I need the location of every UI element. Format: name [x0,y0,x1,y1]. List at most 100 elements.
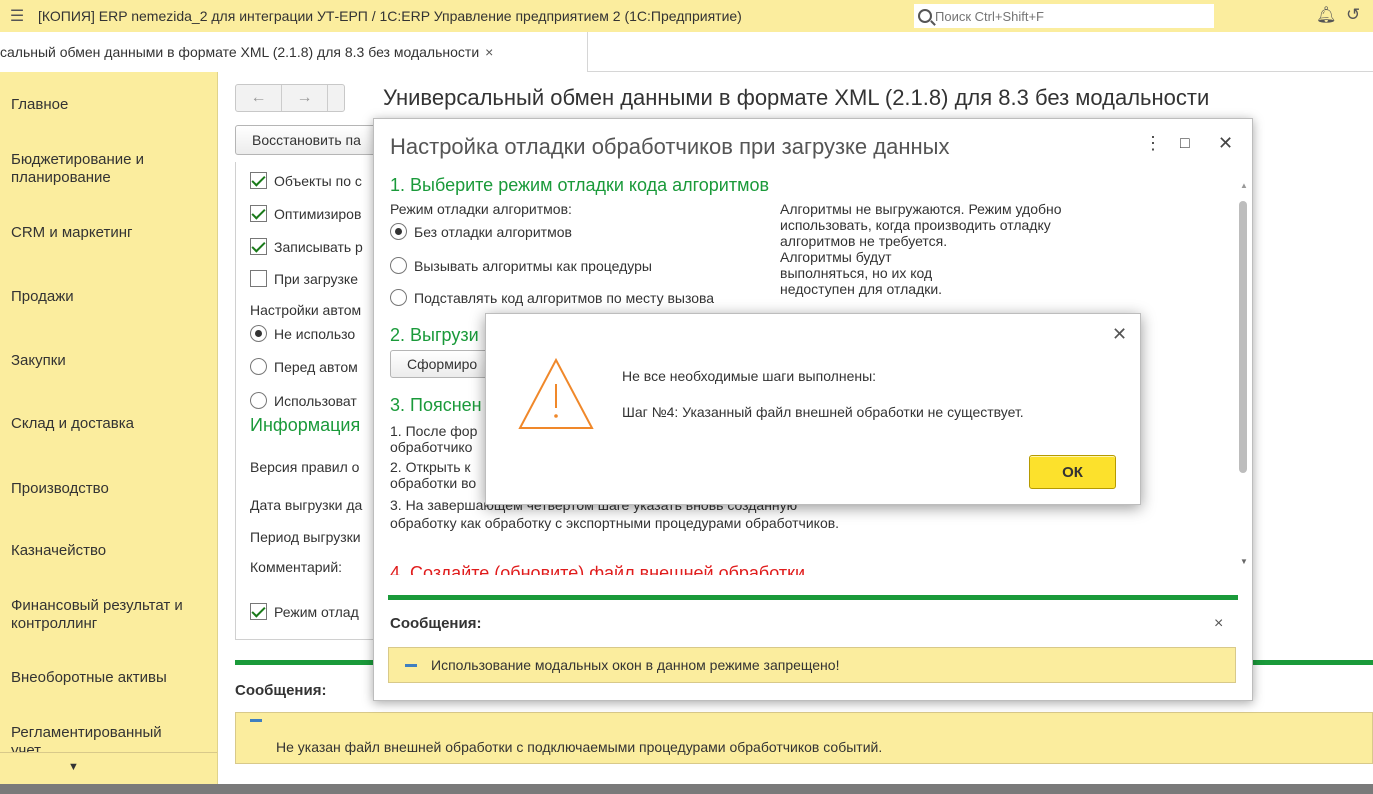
tab-close-icon[interactable]: × [485,44,493,60]
description-line: выполняться, но их код [780,265,933,281]
more-icon[interactable]: ⋮ [1144,133,1162,154]
dialog-title: Настройка отладки обработчиков при загру… [390,134,950,159]
checkbox-checked[interactable] [250,238,267,255]
step3-line: обработки во [390,475,477,491]
bell-icon[interactable]: 🔔︎ [1316,5,1336,25]
menu-icon[interactable]: ☰ [4,6,30,26]
description-line: использовать, когда производить отладку [780,217,1051,233]
mode-label: Режим отладки алгоритмов: [390,201,572,217]
radio-unselected[interactable] [250,358,267,375]
close-icon[interactable]: ✕ [1218,133,1233,154]
debug-mode-row[interactable]: Режим отлад [250,603,359,620]
search-input[interactable] [935,8,1205,24]
info-heading: Информация [250,415,361,435]
dash-icon [405,663,417,667]
description-line: недоступен для отладки. [780,281,943,297]
sidebar-item-financial-result[interactable]: Финансовый результат и контроллинг [11,597,207,633]
tab-label: сальный обмен данными в формате XML (2.1… [0,44,480,60]
radio-label: Использоват [274,392,357,409]
radio-row[interactable]: Использоват [250,392,357,409]
tab-universal-exchange[interactable]: сальный обмен данными в формате XML (2.1… [0,32,588,72]
sidebar-item-production[interactable]: Производство [11,480,211,498]
history-icon[interactable]: ↺ [1346,5,1360,25]
description-line: Алгоритмы не выгружаются. Режим удобно [780,201,1062,217]
search-icon [918,9,932,23]
radio-row[interactable]: Перед автом [250,358,358,375]
checkbox-label: Режим отлад [274,603,359,620]
sidebar-item-sales[interactable]: Продажи [11,288,211,306]
warning-icon [518,357,594,429]
checkbox-label: При загрузке [274,270,358,287]
sidebar-item-main[interactable]: Главное [11,96,211,114]
checkbox-checked[interactable] [250,205,267,222]
radio-row[interactable]: Вызывать алгоритмы как процедуры [390,257,652,274]
mode-description: Алгоритмы не выгружаются. Режим удобно и… [780,201,1120,297]
radio-row[interactable]: Без отладки алгоритмов [390,223,572,240]
alert-message-line2: Шаг №4: Указанный файл внешней обработки… [622,404,1024,420]
checkbox-label: Оптимизиров [274,205,362,222]
close-icon[interactable]: ✕ [1112,324,1127,345]
scroll-down-icon[interactable]: ▼ [1240,557,1248,566]
message-text: Использование модальных окон в данном ре… [431,657,840,673]
nav-buttons: ← → [235,84,345,112]
checkbox-checked[interactable] [250,603,267,620]
checkbox-checked[interactable] [250,172,267,189]
radio-selected[interactable] [250,325,267,342]
status-strip [0,784,1373,794]
radio-selected[interactable] [390,223,407,240]
checkbox-row[interactable]: Записывать р [250,238,363,255]
step3-line: обработчико [390,439,473,455]
message-box: Использование модальных окон в данном ре… [388,647,1236,683]
step4-heading: 4. Создайте (обновите) файл внешней обра… [390,563,806,575]
messages-title: Сообщения: [390,615,482,632]
step3-line: 2. Открыть к [390,459,471,475]
messages-close-icon[interactable]: × [1214,615,1223,633]
maximize-icon[interactable]: □ [1180,135,1190,153]
restore-button[interactable]: Восстановить па [235,125,395,155]
scroll-up-icon[interactable]: ▲ [1240,181,1248,190]
radio-row[interactable]: Не использо [250,325,355,342]
radio-label: Вызывать алгоритмы как процедуры [414,257,652,274]
dash-icon [250,719,262,722]
forward-arrow-icon[interactable]: → [282,85,328,111]
checkbox-row[interactable]: Объекты по с [250,172,362,189]
sidebar-item-budgeting[interactable]: Бюджетирование и планирование [11,151,181,187]
sidebar-item-warehouse[interactable]: Склад и доставка [11,415,211,433]
checkbox-row[interactable]: При загрузке [250,270,358,287]
sidebar-item-fixed-assets[interactable]: Внеоборотные активы [11,669,211,687]
sidebar-item-purchases[interactable]: Закупки [11,352,211,370]
back-arrow-icon[interactable]: ← [236,85,282,111]
sidebar-item-treasury[interactable]: Казначейство [11,542,211,560]
sidebar-item-crm[interactable]: CRM и маркетинг [11,224,211,242]
sidebar-more[interactable]: ▼ [0,752,217,784]
checkbox-label: Объекты по с [274,172,362,189]
title-bar: ☰ [КОПИЯ] ERP nemezida_2 для интеграции … [0,0,1373,32]
checkbox-label: Записывать р [274,238,363,255]
radio-label: Не использо [274,325,356,342]
tab-bar: сальный обмен данными в формате XML (2.1… [0,32,1373,72]
radio-unselected[interactable] [250,392,267,409]
search-box[interactable] [914,4,1214,28]
radio-label: Перед автом [274,358,358,375]
checkbox-row[interactable]: Оптимизиров [250,205,361,222]
rules-version-label: Версия правил о [250,459,360,475]
checkbox-unchecked[interactable] [250,270,267,287]
sidebar: Главное Бюджетирование и планирование CR… [0,72,218,784]
ok-button[interactable]: ОК [1029,455,1116,489]
radio-unselected[interactable] [390,289,407,306]
comment-label: Комментарий: [250,559,343,575]
app-title: [КОПИЯ] ERP nemezida_2 для интеграции УТ… [38,8,742,24]
radio-label: Подставлять код алгоритмов по месту вызо… [414,289,715,306]
scrollbar-thumb[interactable] [1239,201,1247,473]
radio-label: Без отладки алгоритмов [414,223,572,240]
description-line: алгоритмов не требуется. [780,233,948,249]
step1-heading: 1. Выберите режим отладки кода алгоритмо… [390,175,770,195]
warning-dialog: ✕ Не все необходимые шаги выполнены: Шаг… [485,313,1141,505]
message-box: Не указан файл внешней обработки с подкл… [235,712,1373,764]
description-line: Алгоритмы будут [780,249,892,265]
chevron-down-icon: ▼ [68,761,79,773]
radio-unselected[interactable] [390,257,407,274]
radio-row[interactable]: Подставлять код алгоритмов по месту вызо… [390,289,714,306]
messages-title: Сообщения: [235,682,327,699]
divider [388,595,1238,600]
